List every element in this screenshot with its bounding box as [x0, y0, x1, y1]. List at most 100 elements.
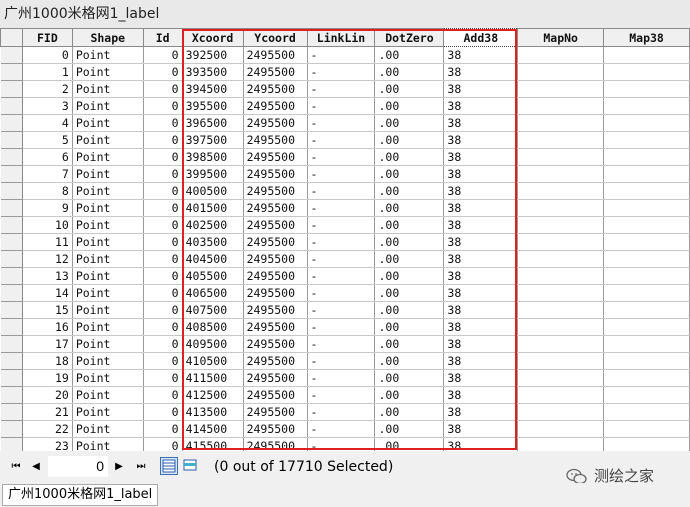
table-cell: .00	[374, 46, 445, 64]
row-selector[interactable]	[0, 318, 23, 336]
row-selector[interactable]	[0, 250, 23, 268]
table-cell: Point	[72, 369, 144, 387]
table-row[interactable]: 19 Point 0 411500 2495500- .00 38	[0, 369, 690, 387]
table-cell: 38	[443, 131, 519, 149]
table-cell: 38	[443, 437, 519, 451]
table-row[interactable]: 8 Point 0 400500 2495500- .00 38	[0, 182, 690, 200]
show-selected-records-icon[interactable]	[182, 457, 200, 475]
table-cell: 38	[443, 420, 519, 438]
table-cell	[517, 335, 605, 353]
table-cell: 0	[143, 369, 183, 387]
column-header-mapno[interactable]: MapNo	[517, 28, 605, 47]
table-cell: 0	[143, 80, 183, 98]
table-cell: 38	[443, 301, 519, 319]
table-row[interactable]: 3 Point 0 395500 2495500- .00 38	[0, 97, 690, 115]
table-row[interactable]: 5 Point 0 397500 2495500- .00 38	[0, 131, 690, 149]
table-row[interactable]: 12 Point 0 404500 2495500- .00 38	[0, 250, 690, 268]
table-cell: 2495500	[243, 403, 308, 421]
table-cell: -	[307, 199, 376, 217]
table-row[interactable]: 15 Point 0 407500 2495500- .00 38	[0, 301, 690, 319]
table-row[interactable]: 14 Point 0 406500 2495500- .00 38	[0, 284, 690, 302]
row-selector[interactable]	[0, 352, 23, 370]
table-row[interactable]: 9 Point 0 401500 2495500- .00 38	[0, 199, 690, 217]
row-selector[interactable]	[0, 284, 23, 302]
column-header-xcoord[interactable]: Xcoord	[181, 28, 244, 47]
current-record-input[interactable]: 0	[48, 456, 108, 477]
table-cell	[517, 233, 605, 251]
table-row[interactable]: 11 Point 0 403500 2495500- .00 38	[0, 233, 690, 251]
column-header-dotzero[interactable]: DotZero	[374, 28, 445, 47]
table-cell: Point	[72, 80, 144, 98]
column-header-shape[interactable]: Shape	[71, 28, 144, 47]
table-row[interactable]: 16 Point 0 408500 2495500- .00 38	[0, 318, 690, 336]
row-selector[interactable]	[0, 369, 23, 387]
column-header-add38[interactable]: Add38	[443, 28, 519, 47]
table-row[interactable]: 1 Point 0 393500 2495500- .00 38	[0, 63, 690, 81]
row-selector[interactable]	[0, 437, 23, 451]
row-selector[interactable]	[0, 335, 23, 353]
table-row[interactable]: 17 Point 0 409500 2495500- .00 38	[0, 335, 690, 353]
table-row[interactable]: 20 Point 0 412500 2495500- .00 38	[0, 386, 690, 404]
next-record-icon[interactable]: ▶	[112, 460, 126, 474]
last-record-icon[interactable]: ⏭	[134, 460, 148, 474]
table-cell: .00	[374, 267, 445, 285]
table-cell: 0	[143, 437, 183, 451]
table-row[interactable]: 18 Point 0 410500 2495500- .00 38	[0, 352, 690, 370]
table-cell	[517, 267, 605, 285]
table-cell	[517, 284, 605, 302]
row-selector[interactable]	[0, 182, 23, 200]
column-header-ycoord[interactable]: Ycoord	[242, 28, 308, 47]
row-selector[interactable]	[0, 386, 23, 404]
row-selector-header[interactable]	[0, 28, 23, 47]
row-selector[interactable]	[0, 148, 23, 166]
row-selector[interactable]	[0, 46, 23, 64]
row-selector[interactable]	[0, 97, 23, 115]
table-row[interactable]: 2 Point 0 394500 2495500- .00 38	[0, 80, 690, 98]
table-cell	[517, 165, 605, 183]
table-row[interactable]: 6 Point 0 398500 2495500- .00 38	[0, 148, 690, 166]
row-selector[interactable]	[0, 114, 23, 132]
row-selector[interactable]	[0, 216, 23, 234]
table-cell: 20	[22, 386, 73, 404]
row-selector[interactable]	[0, 233, 23, 251]
table-row[interactable]: 21 Point 0 413500 2495500- .00 38	[0, 403, 690, 421]
row-selector[interactable]	[0, 63, 23, 81]
row-selector[interactable]	[0, 199, 23, 217]
table-row[interactable]: 13 Point 0 405500 2495500- .00 38	[0, 267, 690, 285]
row-selector[interactable]	[0, 165, 23, 183]
column-header-fid[interactable]: FID	[21, 28, 73, 47]
table-cell: 11	[22, 233, 73, 251]
show-all-records-icon[interactable]	[160, 457, 178, 475]
row-selector[interactable]	[0, 267, 23, 285]
table-cell: Point	[72, 233, 144, 251]
row-selector[interactable]	[0, 420, 23, 438]
table-row[interactable]: 22 Point 0 414500 2495500- .00 38	[0, 420, 690, 438]
table-cell: Point	[72, 182, 144, 200]
table-cell: 0	[22, 46, 73, 64]
table-cell: -	[307, 301, 376, 319]
table-row[interactable]: 10 Point 0 402500 2495500- .00 38	[0, 216, 690, 234]
column-header-linklin[interactable]: LinkLin	[306, 28, 376, 47]
table-cell	[603, 114, 690, 132]
attribute-table-grid[interactable]: FID Shape Id Xcoord Ycoord LinkLin DotZe…	[0, 28, 690, 451]
table-cell: 401500	[182, 199, 244, 217]
table-cell: -	[307, 131, 376, 149]
table-cell: 38	[443, 199, 519, 217]
table-cell: 38	[443, 97, 519, 115]
table-row[interactable]: 0 Point 0 392500 2495500- .00 38	[0, 46, 690, 64]
row-selector[interactable]	[0, 301, 23, 319]
previous-record-icon[interactable]: ◀	[29, 460, 43, 474]
row-selector[interactable]	[0, 131, 23, 149]
tab-attribute-table[interactable]: 广州1000米格网1_label	[2, 484, 159, 506]
column-header-id[interactable]: Id	[142, 28, 183, 47]
first-record-icon[interactable]: ⏮	[9, 460, 23, 474]
table-row[interactable]: 23 Point 0 415500 2495500- .00 38	[0, 437, 690, 451]
table-row[interactable]: 4 Point 0 396500 2495500- .00 38	[0, 114, 690, 132]
column-header-map38[interactable]: Map38	[603, 28, 690, 47]
table-cell: 398500	[182, 148, 244, 166]
table-row[interactable]: 7 Point 0 399500 2495500- .00 38	[0, 165, 690, 183]
row-selector[interactable]	[0, 80, 23, 98]
table-cell: 18	[22, 352, 73, 370]
row-selector[interactable]	[0, 403, 23, 421]
table-cell: 38	[443, 63, 519, 81]
